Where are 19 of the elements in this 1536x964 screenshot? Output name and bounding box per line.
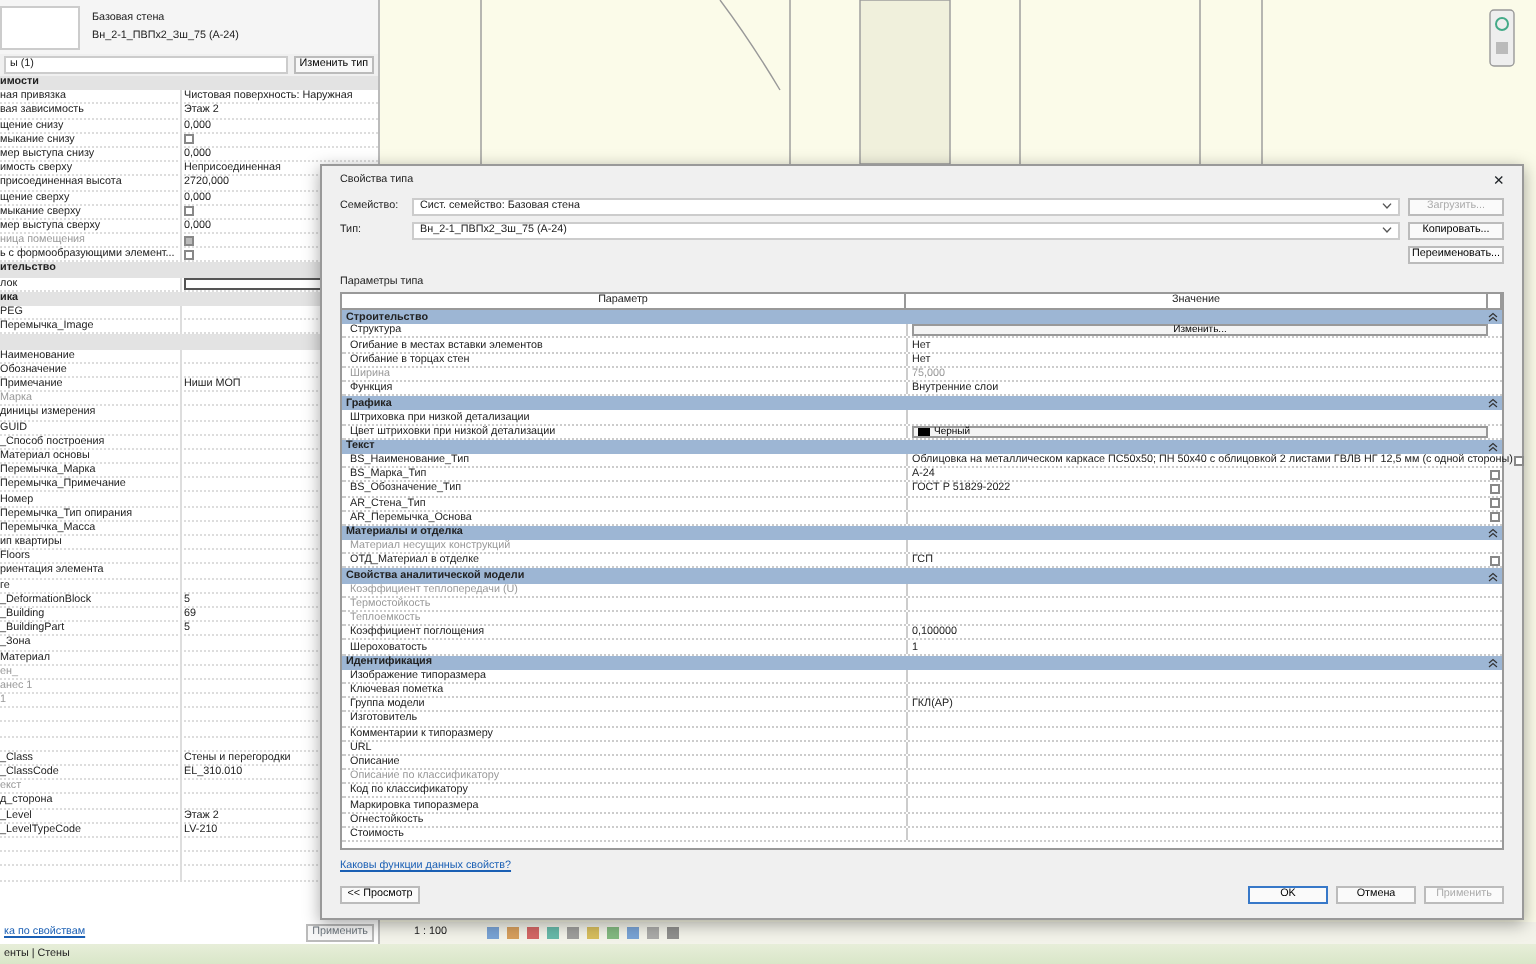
collapse-icon — [1488, 312, 1498, 323]
close-button[interactable]: × — [1493, 171, 1504, 189]
associate-parameter-checkbox[interactable] — [1490, 512, 1500, 523]
checkbox[interactable] — [184, 249, 194, 260]
collapse-icon — [1488, 571, 1498, 582]
checkbox[interactable] — [184, 134, 194, 145]
collapse-icon — [1488, 657, 1498, 668]
collapse-icon — [1488, 528, 1498, 539]
associate-parameter-checkbox[interactable] — [1490, 469, 1500, 480]
collapse-icon — [1488, 441, 1498, 452]
caret-icon — [1382, 202, 1392, 210]
checkbox[interactable] — [184, 206, 194, 217]
navigation-bar-icon — [1488, 8, 1516, 68]
associate-parameter-checkbox[interactable] — [1490, 555, 1500, 566]
associate-parameter-checkbox[interactable] — [1490, 483, 1500, 494]
collapse-icon — [1488, 398, 1498, 409]
associate-parameter-checkbox[interactable] — [1514, 455, 1525, 466]
associate-parameter-checkbox[interactable] — [1490, 498, 1500, 509]
caret-icon — [1382, 226, 1392, 234]
